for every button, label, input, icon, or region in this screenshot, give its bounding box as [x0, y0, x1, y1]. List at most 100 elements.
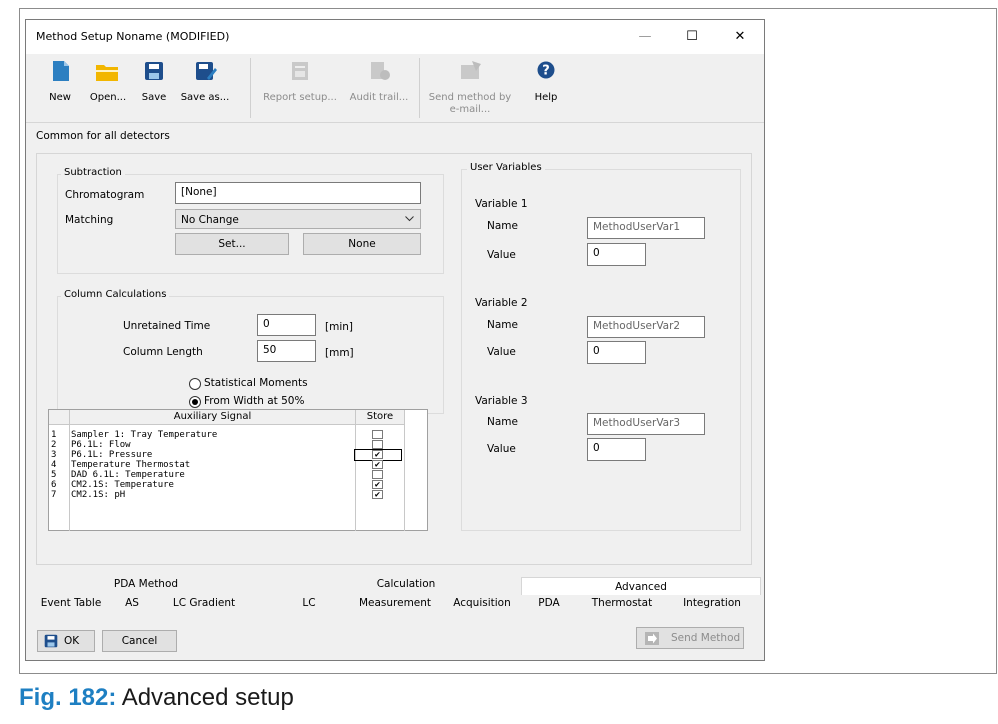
toolbar-separator	[250, 58, 251, 118]
variable-1-value-label: Value	[487, 249, 516, 261]
method-setup-window: Method Setup Noname (MODIFIED) — ☐ ✕ New…	[25, 19, 765, 661]
send-arrow-icon	[645, 632, 659, 645]
signal-name: CM2.1S: Temperature	[71, 480, 174, 490]
save-label: Save	[141, 92, 167, 103]
save-button[interactable]: Save	[136, 54, 172, 122]
tab-lc-gradient[interactable]: LC Gradient	[162, 594, 246, 612]
none-button[interactable]: None	[303, 233, 421, 255]
variable-1-name-field[interactable]: MethodUserVar1	[587, 217, 705, 239]
audit-trail-label: Audit trail...	[349, 92, 409, 103]
tab-integration[interactable]: Integration	[676, 594, 748, 612]
signal-name: Temperature Thermostat	[71, 460, 191, 470]
from-width-label: From Width at 50%	[204, 395, 305, 407]
row-number: 5	[51, 470, 57, 480]
row-number: 3	[51, 450, 57, 460]
matching-value: No Change	[181, 214, 239, 226]
matching-select[interactable]: No Change	[175, 209, 421, 229]
tab-as[interactable]: AS	[116, 594, 148, 612]
variable-1-header: Variable 1	[475, 198, 528, 210]
table-row[interactable]: 5 DAD 6.1L: Temperature	[49, 470, 427, 480]
from-width-radio[interactable]	[189, 396, 201, 408]
save-as-button[interactable]: Save as...	[177, 54, 233, 122]
table-row[interactable]: 4 Temperature Thermostat ✔	[49, 460, 427, 470]
open-button[interactable]: Open...	[85, 54, 131, 122]
tab-measurement[interactable]: Measurement	[356, 594, 434, 612]
minimize-button[interactable]: —	[630, 26, 660, 48]
table-row[interactable]: 3 P6.1L: Pressure ✔	[49, 449, 427, 461]
tab-lc[interactable]: LC	[294, 594, 324, 612]
ok-button[interactable]: OK	[37, 630, 95, 652]
row-number: 7	[51, 490, 57, 500]
send-method-email-button[interactable]: Send method by e-mail...	[426, 54, 514, 122]
user-variables-title: User Variables	[467, 162, 545, 173]
unretained-time-field[interactable]: 0	[257, 314, 316, 336]
report-setup-button[interactable]: Report setup...	[260, 54, 340, 122]
save-as-icon	[196, 62, 217, 80]
send-method-button[interactable]: Send Method	[636, 627, 744, 649]
unretained-time-label: Unretained Time	[123, 320, 211, 332]
signal-name: Sampler 1: Tray Temperature	[71, 430, 218, 440]
signal-name: P6.1L: Pressure	[71, 450, 153, 460]
row-number-header	[49, 410, 70, 425]
chevron-down-icon	[405, 216, 414, 222]
table-row[interactable]: 7 CM2.1S: pH ✔	[49, 490, 427, 500]
chromatogram-label: Chromatogram	[65, 189, 145, 201]
store-checkbox[interactable]: ✔	[372, 460, 383, 470]
tab-event-table[interactable]: Event Table	[36, 594, 106, 612]
save-as-label: Save as...	[180, 92, 230, 103]
variable-2-header: Variable 2	[475, 297, 528, 309]
figure-number: Fig. 182:	[19, 684, 117, 711]
tab-acquisition[interactable]: Acquisition	[446, 594, 518, 612]
tab-advanced[interactable]: Advanced	[521, 577, 761, 595]
variable-1-value-field[interactable]: 0	[587, 243, 646, 266]
help-button[interactable]: ? Help	[526, 54, 566, 122]
variable-1-name-label: Name	[487, 220, 518, 232]
variable-2-value-label: Value	[487, 346, 516, 358]
cancel-button[interactable]: Cancel	[102, 630, 177, 652]
report-setup-label: Report setup...	[263, 92, 337, 103]
row-number: 2	[51, 440, 57, 450]
help-label: Help	[534, 92, 558, 103]
column-length-label: Column Length	[123, 346, 203, 358]
unretained-time-unit: [min]	[325, 321, 353, 333]
send-method-label: Send Method	[671, 632, 741, 644]
title-bar: Method Setup Noname (MODIFIED) — ☐ ✕	[26, 20, 764, 54]
audit-trail-button[interactable]: Audit trail...	[348, 54, 410, 122]
window-title: Method Setup Noname (MODIFIED)	[36, 30, 230, 43]
tab-calculation[interactable]: Calculation	[336, 575, 476, 593]
column-length-field[interactable]: 50	[257, 340, 316, 362]
variable-3-value-field[interactable]: 0	[587, 438, 646, 461]
help-icon: ?	[537, 61, 555, 79]
row-number: 1	[51, 430, 57, 440]
tab-pda-method[interactable]: PDA Method	[76, 575, 216, 593]
store-checkbox[interactable]	[372, 470, 383, 479]
variable-3-name-field[interactable]: MethodUserVar3	[587, 413, 705, 435]
chromatogram-field[interactable]: [None]	[175, 182, 421, 204]
statistical-moments-radio[interactable]	[189, 378, 201, 390]
folder-icon	[96, 65, 118, 81]
store-checkbox[interactable]: ✔	[372, 480, 383, 490]
auxiliary-signal-table: Auxiliary Signal Store 1 Sampler 1: Tray…	[48, 409, 428, 531]
subtraction-title: Subtraction	[61, 167, 125, 178]
floppy-icon	[145, 62, 163, 80]
auxiliary-signal-header: Auxiliary Signal	[70, 410, 356, 425]
toolbar-separator	[419, 58, 420, 118]
column-calculations-title: Column Calculations	[61, 289, 170, 300]
store-checkbox[interactable]: ✔	[372, 490, 383, 500]
maximize-button[interactable]: ☐	[677, 26, 707, 48]
close-button[interactable]: ✕	[725, 26, 755, 48]
variable-3-name-label: Name	[487, 416, 518, 428]
send-method-line2: e-mail...	[449, 104, 491, 115]
tab-thermostat[interactable]: Thermostat	[586, 594, 658, 612]
table-row[interactable]: 1 Sampler 1: Tray Temperature	[49, 430, 427, 440]
store-checkbox[interactable]: ✔	[372, 450, 383, 460]
signal-name: P6.1L: Flow	[71, 440, 131, 450]
variable-2-name-field[interactable]: MethodUserVar2	[587, 316, 705, 338]
tab-pda[interactable]: PDA	[534, 594, 564, 612]
new-button[interactable]: New	[40, 54, 80, 122]
set-button[interactable]: Set...	[175, 233, 289, 255]
store-checkbox[interactable]	[372, 440, 383, 449]
store-checkbox[interactable]	[372, 430, 383, 439]
table-row[interactable]: 6 CM2.1S: Temperature ✔	[49, 480, 427, 490]
variable-2-value-field[interactable]: 0	[587, 341, 646, 364]
